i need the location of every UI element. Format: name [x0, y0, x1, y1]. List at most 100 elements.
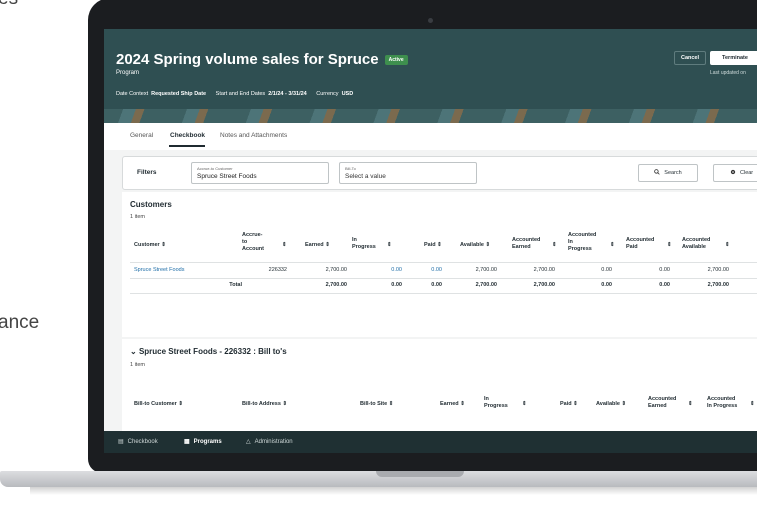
laptop-screen: 2024 Spring volume sales for Spruce Activ… — [104, 29, 757, 453]
marketing-stage: es ance 2024 Spring volume sales for Spr… — [0, 0, 757, 506]
nav-administration[interactable]: △ Administration — [246, 438, 293, 445]
col-accounted-paid[interactable]: Accounted Paid — [626, 237, 654, 251]
laptop-notch — [376, 471, 464, 477]
search-icon — [654, 169, 660, 177]
sort-icon: ⇕ — [387, 242, 392, 248]
col-accrue-to-account[interactable]: Accrue- to Account — [242, 232, 264, 253]
col-accounted-in-progress[interactable]: Accounted In Progress — [568, 232, 596, 253]
cell-paid[interactable]: 0.00 — [412, 267, 442, 273]
bill-to-field-label: Bill-To — [345, 166, 356, 171]
customers-panel: Customers 1 item Customer ⇕ Accrue- to A… — [122, 192, 757, 337]
cell-account: 226332 — [268, 267, 287, 273]
date-context-label: Date Context — [116, 91, 149, 97]
col-accounted-earned[interactable]: Accounted Earned — [512, 237, 540, 251]
cell-accounted-in-progress: 0.00 — [601, 267, 612, 273]
terminate-button[interactable]: Terminate — [710, 51, 757, 65]
cancel-button[interactable]: Cancel — [674, 51, 706, 65]
tab-checkbook[interactable]: Checkbook — [170, 132, 205, 139]
search-button[interactable]: Search — [638, 164, 698, 182]
gear-icon — [730, 169, 736, 177]
sort-icon: ⇕ — [573, 401, 578, 407]
total-accounted-paid: 0.00 — [659, 282, 670, 288]
cell-in-progress[interactable]: 0.00 — [357, 267, 402, 273]
sort-icon: ⇕ — [522, 401, 527, 407]
cell-accounted-paid: 0.00 — [659, 267, 670, 273]
document-icon: ▦ — [184, 439, 190, 445]
sort-icon: ⇕ — [161, 242, 166, 248]
date-context-value: Requested Ship Date — [151, 91, 207, 97]
sort-icon: ⇕ — [552, 242, 557, 248]
col-available[interactable]: Available ⇕ — [460, 242, 490, 249]
customer-link[interactable]: Spruce Street Foods — [134, 267, 184, 273]
cell-earned: 2,700.00 — [325, 267, 347, 273]
col-bill-to-customer[interactable]: Bill-to Customer ⇕ — [134, 401, 183, 408]
total-accounted-earned: 2,700.00 — [533, 282, 555, 288]
sort-icon: ⇕ — [178, 401, 183, 407]
sort-icon: ⇕ — [621, 401, 627, 407]
col-in-progress[interactable]: In Progress — [352, 237, 376, 251]
col-billto-accounted-in-progress[interactable]: Accounted In Progress — [707, 396, 737, 410]
laptop-shadow — [30, 487, 757, 495]
col-accounted-available[interactable]: Accounted Available — [682, 237, 710, 251]
total-in-progress: 0.00 — [391, 282, 402, 288]
sort-icon: ⇕ — [325, 242, 330, 248]
bill-to-field-placeholder: Select a value — [345, 173, 386, 180]
total-label: Total — [229, 282, 242, 288]
nav-programs[interactable]: ▦ Programs — [184, 438, 222, 445]
table-divider — [130, 278, 757, 279]
sort-icon: ⇕ — [485, 242, 491, 248]
col-billto-paid[interactable]: Paid ⇕ — [560, 401, 578, 408]
accrue-to-customer-field[interactable]: Accrue-to Customer Spruce Street Foods — [191, 162, 329, 184]
bill-to-count: 1 item — [130, 362, 145, 368]
bill-to-field[interactable]: Bill-To Select a value — [339, 162, 477, 184]
status-badge: Active — [384, 55, 408, 66]
sort-icon: ⇕ — [725, 242, 730, 248]
clear-button[interactable]: Clear — [713, 164, 757, 182]
page-title: 2024 Spring volume sales for Spruce Activ… — [116, 51, 408, 68]
col-bill-to-site[interactable]: Bill-to Site ⇕ — [360, 401, 393, 408]
sort-icon: ⇕ — [610, 242, 615, 248]
program-header: 2024 Spring volume sales for Spruce Activ… — [104, 29, 757, 123]
filters-bar: Filters Accrue-to Customer Spruce Street… — [122, 156, 757, 190]
sort-icon: ⇕ — [750, 401, 755, 407]
program-title: 2024 Spring volume sales for Spruce — [116, 51, 379, 68]
bill-to-title[interactable]: ⌄ Spruce Street Foods - 226332 : Bill to… — [130, 347, 287, 356]
dates-label: Start and End Dates — [215, 91, 266, 97]
filters-label: Filters — [137, 169, 157, 176]
cell-accounted-available: 2,700.00 — [707, 267, 729, 273]
col-billto-in-progress[interactable]: In Progress — [484, 396, 508, 410]
sort-icon: ⇕ — [688, 401, 693, 407]
last-updated: Last updated on — [710, 70, 746, 76]
accrue-field-label: Accrue-to Customer — [197, 166, 233, 171]
checkbook-icon: ▤ — [118, 439, 124, 445]
table-divider — [130, 262, 757, 263]
col-billto-accounted-earned[interactable]: Accounted Earned — [648, 396, 676, 410]
currency-value: USD — [341, 91, 354, 97]
sort-icon: ⇕ — [388, 401, 394, 407]
side-text-top: es — [0, 0, 18, 10]
total-accounted-available: 2,700.00 — [707, 282, 729, 288]
table-divider — [130, 293, 757, 294]
col-billto-available[interactable]: Available ⇕ — [596, 401, 626, 408]
sort-icon: ⇕ — [667, 242, 672, 248]
total-available: 2,700.00 — [475, 282, 497, 288]
col-bill-to-address[interactable]: Bill-to Address ⇕ — [242, 401, 287, 408]
col-customer[interactable]: Customer ⇕ — [134, 242, 166, 249]
sort-icon: ⇕ — [282, 401, 288, 407]
program-context: Date Context Requested Ship Date Start an… — [116, 91, 361, 97]
customers-count: 1 item — [130, 214, 145, 220]
header-pattern — [104, 109, 757, 123]
search-button-label: Search — [664, 170, 682, 176]
clear-button-label: Clear — [740, 170, 754, 176]
nav-checkbook[interactable]: ▤ Checkbook — [118, 438, 158, 445]
tab-bar: General Checkbook Notes and Attachments — [104, 123, 757, 150]
col-earned[interactable]: Earned ⇕ — [305, 242, 330, 249]
tab-general[interactable]: General — [130, 132, 153, 139]
sort-icon: ⇕ — [282, 242, 287, 248]
col-paid[interactable]: Paid ⇕ — [424, 242, 442, 249]
tab-notes-and-attachments[interactable]: Notes and Attachments — [220, 132, 287, 139]
sort-icon: ⇕ — [437, 242, 442, 248]
total-paid: 0.00 — [431, 282, 442, 288]
sort-icon: ⇕ — [460, 401, 465, 407]
col-billto-earned[interactable]: Earned ⇕ — [440, 401, 465, 408]
